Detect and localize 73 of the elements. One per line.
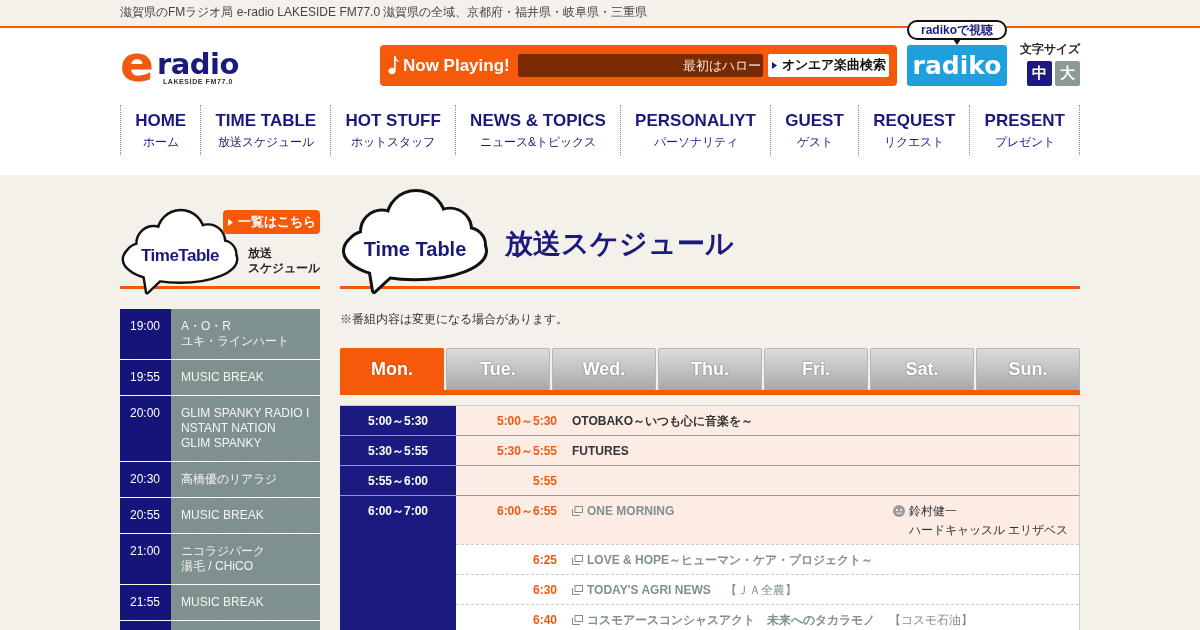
font-size-label: 文字サイズ <box>1020 43 1080 56</box>
program-link[interactable]: ONE MORNING <box>572 504 675 518</box>
program-time: 6:25 <box>531 553 557 567</box>
program-time: 5:30～5:55 <box>495 444 557 458</box>
program-link[interactable]: MUSIC BREAK <box>171 498 320 533</box>
time-slot-cell: 5:30～5:55 <box>340 436 456 465</box>
program-time: 5:00～5:30 <box>495 414 557 428</box>
timetable-heading: Time Table <box>362 237 468 261</box>
nav-link[interactable]: HOME ホーム <box>120 105 201 155</box>
onair-time: 20:55 <box>120 498 171 533</box>
program-link[interactable]: コスモアースコンシャスアクト 未来へのタカラモノ <box>572 613 875 627</box>
track-ticker: 最初はハロー <box>517 54 764 77</box>
program-time: 6:00～6:55 <box>495 504 557 518</box>
onair-time: 19:55 <box>120 360 171 395</box>
day-tab[interactable]: Wed. <box>552 348 656 390</box>
onair-time: 19:00 <box>120 309 171 359</box>
time-slot-cell: 5:55～6:00 <box>340 466 456 495</box>
now-playing-label: Now Playing! <box>403 55 510 76</box>
timetable-heading: TimeTable <box>140 246 220 266</box>
nav-link[interactable]: NEWS & TOPICS ニュース&トピックス <box>454 105 620 155</box>
sponsor-name: 【コスモ石油】 <box>889 613 973 627</box>
nav-link[interactable]: HOT STUFF ホットスタッフ <box>330 105 455 155</box>
nav-link[interactable]: GUEST ゲスト <box>770 105 858 155</box>
window-icon <box>572 585 583 595</box>
page-title: 放送スケジュール <box>505 227 734 261</box>
nav-link[interactable]: PERSONALIYT パーソナリティ <box>619 105 771 155</box>
window-icon <box>572 506 583 516</box>
personality-name: 鈴村健一 <box>909 504 958 518</box>
program-time: 5:55 <box>531 474 557 488</box>
onair-time: 20:00 <box>120 396 171 461</box>
music-note-icon <box>388 56 400 75</box>
view-all-button[interactable]: 一覧はこちら <box>223 210 320 234</box>
day-tab[interactable]: Sun. <box>976 348 1080 390</box>
program-link[interactable]: TODAY'S AGRI NEWS <box>572 583 711 597</box>
schedule-subtitle: 放送 スケジュール <box>248 246 320 276</box>
sponsor-name: 【ＪＡ全農】 <box>724 583 797 597</box>
day-tab[interactable]: Fri. <box>764 348 868 390</box>
program-link[interactable]: MUSIC BREAK <box>171 585 320 620</box>
onair-time: 21:00 <box>120 534 171 584</box>
program-link[interactable]: LOVE & HOPE～ヒューマン・ケア・プロジェクト～ <box>572 553 873 567</box>
program-title: FUTURES <box>572 444 629 458</box>
personality-name: ハードキャッスル エリザベス <box>909 523 1069 537</box>
program-time: 6:30 <box>531 583 557 597</box>
program-time: 6:40 <box>531 613 557 627</box>
font-size-option[interactable]: 大 <box>1055 61 1080 86</box>
program-link[interactable]: MUSIC BREAK <box>171 360 320 395</box>
day-tab[interactable]: Thu. <box>658 348 762 390</box>
nav-link[interactable]: TIME TABLE 放送スケジュール <box>200 105 331 155</box>
face-icon <box>893 505 905 517</box>
day-tab[interactable]: Sat. <box>870 348 974 390</box>
site-description: 滋賀県のFMラジオ局 e-radio LAKESIDE FM77.0 滋賀県の全域、京都府・福井県・岐阜県・三重県 <box>120 4 649 20</box>
caret-icon <box>227 218 233 226</box>
onair-time: 21:55 <box>120 585 171 620</box>
program-link[interactable]: GLIM SPANKY RADIO INSTANT NATION GLIM SPANKY <box>171 396 320 461</box>
day-tab[interactable]: Tue. <box>446 348 550 390</box>
nav-link[interactable]: PRESENT プレゼント <box>969 105 1081 155</box>
font-size-option[interactable]: 中 <box>1027 61 1052 86</box>
notice-text: ※番組内容は変更になる場合があります。 <box>340 311 569 327</box>
program-link[interactable]: A・O・R ユキ・ラインハート <box>171 309 320 359</box>
radiko-tooltip: radikoで視聴 <box>907 20 1007 45</box>
time-slot-cell: 5:00～5:30 <box>340 406 456 435</box>
onair-time: 20:30 <box>120 462 171 497</box>
program-link[interactable]: 高橋優のリアラジ <box>171 462 320 497</box>
time-slot-cell: 6:00～7:00 <box>340 496 456 630</box>
radiko-button[interactable]: radiko <box>907 45 1007 86</box>
program-title: OTOBAKO～いつも心に音楽を～ <box>572 414 754 428</box>
window-icon <box>572 615 583 625</box>
nav-link[interactable]: REQUEST リクエスト <box>858 105 970 155</box>
song-search-button[interactable]: オンエア楽曲検索 <box>768 54 889 77</box>
window-icon <box>572 555 583 565</box>
day-tab[interactable]: Mon. <box>340 348 444 390</box>
program-link[interactable]: ニコラジパーク 湯毛 / CHiCO <box>171 534 320 584</box>
caret-icon <box>771 62 777 69</box>
